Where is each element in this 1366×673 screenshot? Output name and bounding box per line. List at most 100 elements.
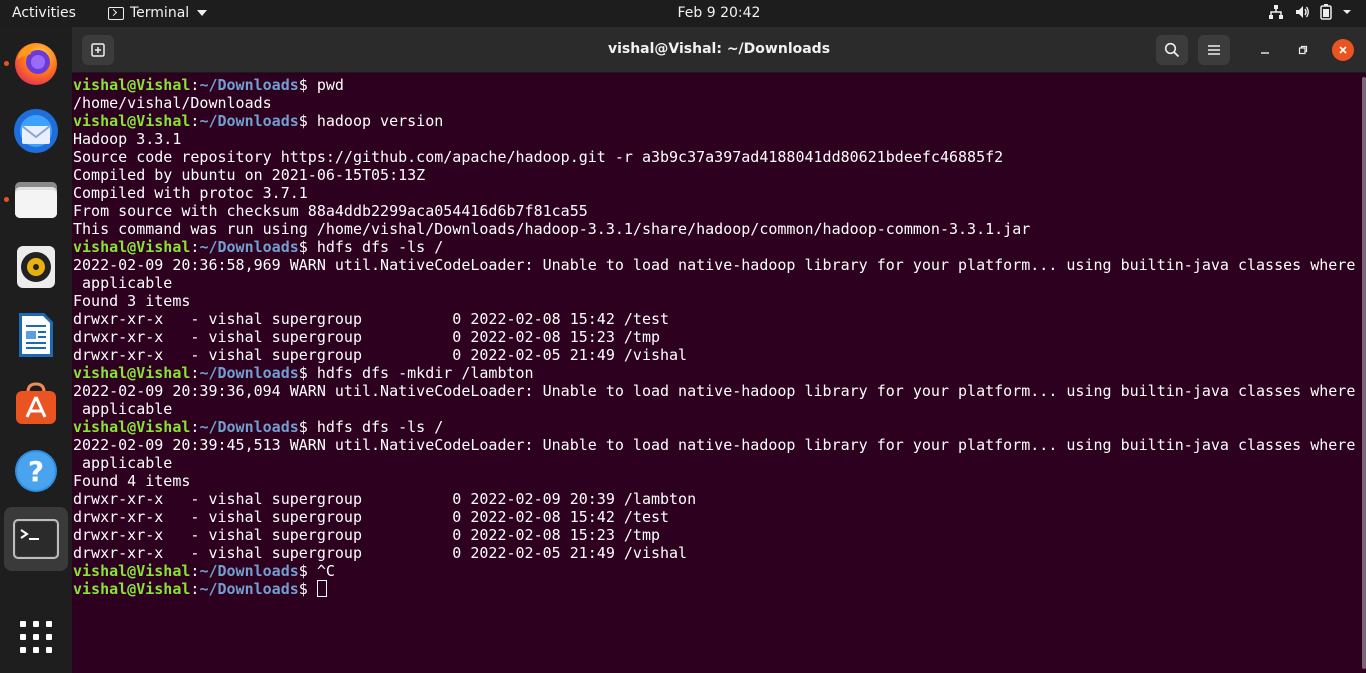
dock-software[interactable]: [4, 371, 68, 435]
prompt-user: vishal@Vishal: [73, 580, 191, 598]
prompt-path: ~/Downloads: [199, 562, 299, 580]
prompt-line: vishal@Vishal:~/Downloads$ hadoop versio…: [73, 112, 1362, 130]
output-line: drwxr-xr-x - vishal supergroup 0 2022-02…: [73, 328, 1362, 346]
scrollbar[interactable]: [1362, 73, 1366, 673]
output-text: drwxr-xr-x - vishal supergroup 0 2022-02…: [73, 526, 660, 544]
close-button[interactable]: [1332, 39, 1354, 61]
rhythmbox-icon: [17, 246, 55, 288]
prompt-symbol: $: [298, 580, 308, 598]
prompt-symbol: $: [298, 238, 308, 256]
search-button[interactable]: [1156, 35, 1188, 65]
dock-firefox[interactable]: [4, 31, 68, 95]
minimize-icon: [1261, 52, 1269, 54]
output-line: drwxr-xr-x - vishal supergroup 0 2022-02…: [73, 490, 1362, 508]
scrollbar-thumb[interactable]: [1362, 77, 1366, 669]
output-line: drwxr-xr-x - vishal supergroup 0 2022-02…: [73, 508, 1362, 526]
output-line: Source code repository https://github.co…: [73, 148, 1362, 166]
prompt-path: ~/Downloads: [199, 418, 299, 436]
output-line: Found 3 items: [73, 292, 1362, 310]
system-tray[interactable]: [1268, 4, 1352, 20]
command-text: hdfs dfs -mkdir /lambton: [307, 364, 534, 382]
power-menu-icon: [1342, 4, 1352, 20]
terminal-output[interactable]: vishal@Vishal:~/Downloads$ pwd/home/vish…: [72, 73, 1362, 673]
output-text: drwxr-xr-x - vishal supergroup 0 2022-02…: [73, 328, 660, 346]
output-line: Compiled by ubuntu on 2021-06-15T05:13Z: [73, 166, 1362, 184]
dock-files[interactable]: [4, 167, 68, 231]
terminal-window: vishal@Vishal: ~/Downloads vishal@Vishal…: [72, 27, 1366, 673]
output-text: drwxr-xr-x - vishal supergroup 0 2022-02…: [73, 508, 670, 526]
command-text: hdfs dfs -ls /: [307, 418, 444, 436]
prompt-symbol: $: [298, 76, 308, 94]
maximize-button[interactable]: [1292, 39, 1314, 61]
dock-help[interactable]: ?: [4, 439, 68, 503]
output-line: 2022-02-09 20:39:36,094 WARN util.Native…: [73, 382, 1362, 400]
restore-icon: [1298, 45, 1308, 55]
command-text: hdfs dfs -ls /: [307, 238, 444, 256]
output-line: From source with checksum 88a4ddb2299aca…: [73, 202, 1362, 220]
dock-terminal[interactable]: [4, 507, 68, 571]
dock-writer[interactable]: [4, 303, 68, 367]
thunderbird-icon: [14, 109, 58, 153]
output-line: drwxr-xr-x - vishal supergroup 0 2022-02…: [73, 544, 1362, 562]
software-icon: [16, 382, 56, 424]
output-line: drwxr-xr-x - vishal supergroup 0 2022-02…: [73, 310, 1362, 328]
prompt-symbol: $: [298, 364, 308, 382]
output-line: 2022-02-09 20:36:58,969 WARN util.Native…: [73, 256, 1362, 274]
output-line: drwxr-xr-x - vishal supergroup 0 2022-02…: [73, 346, 1362, 364]
output-text: Found 4 items: [73, 472, 191, 490]
volume-icon: [1294, 4, 1310, 20]
app-grid-icon: [20, 621, 52, 653]
minimize-button[interactable]: [1254, 39, 1276, 61]
dock-show-applications[interactable]: [4, 605, 68, 669]
dock-rhythmbox[interactable]: [4, 235, 68, 299]
command-text: hadoop version: [307, 112, 444, 130]
output-text: drwxr-xr-x - vishal supergroup 0 2022-02…: [73, 310, 670, 328]
prompt-line: vishal@Vishal:~/Downloads$ pwd: [73, 76, 1362, 94]
output-line: Hadoop 3.3.1: [73, 130, 1362, 148]
output-text: This command was run using /home/vishal/…: [73, 220, 1031, 238]
dock-thunderbird[interactable]: [4, 99, 68, 163]
svg-text:?: ?: [28, 455, 44, 488]
prompt-line: vishal@Vishal:~/Downloads$: [73, 580, 1362, 598]
close-icon: [1339, 46, 1347, 54]
prompt-line: vishal@Vishal:~/Downloads$ hdfs dfs -mkd…: [73, 364, 1362, 382]
output-text: 2022-02-09 20:36:58,969 WARN util.Native…: [73, 256, 1356, 274]
command-text: pwd: [307, 76, 344, 94]
output-text: From source with checksum 88a4ddb2299aca…: [73, 202, 588, 220]
prompt-path: ~/Downloads: [199, 364, 299, 382]
output-text: Hadoop 3.3.1: [73, 130, 182, 148]
output-text: 2022-02-09 20:39:45,513 WARN util.Native…: [73, 436, 1356, 454]
prompt-user: vishal@Vishal: [73, 112, 191, 130]
output-text: 2022-02-09 20:39:36,094 WARN util.Native…: [73, 382, 1356, 400]
output-text: applicable: [73, 274, 173, 292]
search-icon: [1164, 42, 1180, 58]
output-text: drwxr-xr-x - vishal supergroup 0 2022-02…: [73, 544, 688, 562]
terminal-icon: [13, 519, 59, 559]
prompt-path: ~/Downloads: [199, 76, 299, 94]
output-text: applicable: [73, 400, 173, 418]
output-text: drwxr-xr-x - vishal supergroup 0 2022-02…: [73, 346, 688, 364]
output-text: Compiled with protoc 3.7.1: [73, 184, 308, 202]
files-icon: [15, 182, 57, 218]
output-line: applicable: [73, 274, 1362, 292]
prompt-symbol: $: [298, 562, 308, 580]
prompt-symbol: $: [298, 418, 308, 436]
output-text: Source code repository https://github.co…: [73, 148, 1004, 166]
output-line: applicable: [73, 454, 1362, 472]
output-line: Compiled with protoc 3.7.1: [73, 184, 1362, 202]
prompt-line: vishal@Vishal:~/Downloads$ hdfs dfs -ls …: [73, 238, 1362, 256]
prompt-user: vishal@Vishal: [73, 364, 191, 382]
prompt-user: vishal@Vishal: [73, 238, 191, 256]
hamburger-menu-button[interactable]: [1198, 35, 1230, 65]
prompt-line: vishal@Vishal:~/Downloads$ ^C: [73, 562, 1362, 580]
output-text: applicable: [73, 454, 173, 472]
prompt-user: vishal@Vishal: [73, 76, 191, 94]
prompt-path: ~/Downloads: [199, 112, 299, 130]
help-icon: ?: [15, 450, 57, 492]
command-text: [308, 580, 317, 598]
title-bar[interactable]: vishal@Vishal: ~/Downloads: [72, 27, 1366, 73]
text-cursor: [316, 580, 327, 597]
clock[interactable]: Feb 9 20:42: [0, 5, 1366, 21]
output-line: 2022-02-09 20:39:45,513 WARN util.Native…: [73, 436, 1362, 454]
battery-icon: [1320, 4, 1332, 20]
